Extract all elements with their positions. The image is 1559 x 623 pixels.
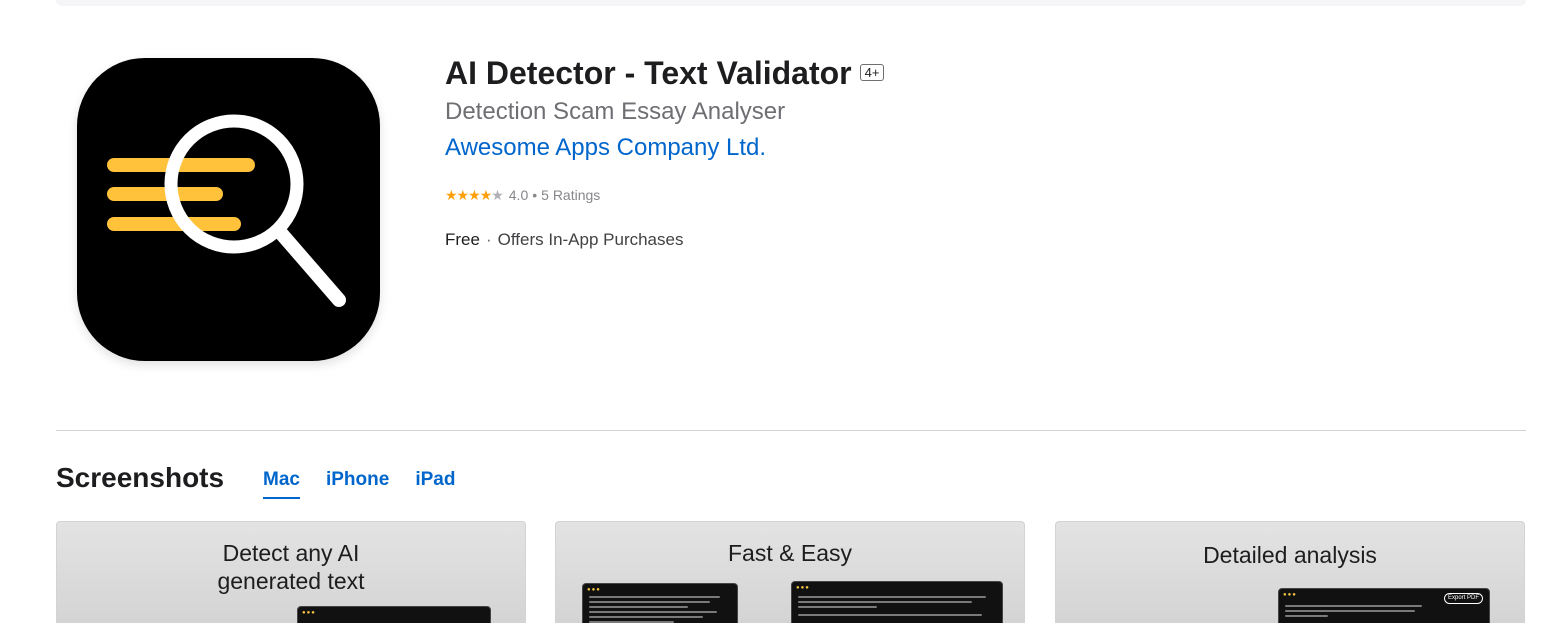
screenshot-caption-1b: generated text [217,568,365,594]
in-app-purchases-label: Offers In-App Purchases [497,230,684,249]
stars-empty: ★ [491,187,504,203]
screenshot-card-2[interactable]: Fast & Easy ●●● ●●● [555,521,1025,623]
window-controls-icon: ●●● [796,585,810,591]
screenshots-heading: Screenshots [56,462,225,493]
rating-value: 4.0 [508,187,529,203]
app-title: AI Detector - Text Validator 4+ [445,53,885,93]
price-separator: · [485,230,492,249]
price-row: Free · Offers In-App Purchases [445,229,683,251]
mini-app-window-right: ●●● [791,581,1003,623]
rating-separator: • [532,187,538,203]
star-rating-icon: ★★★★★ [445,185,504,205]
mini-app-window: ●●● Export PDF [1278,588,1490,623]
magnifier-text-icon [107,114,346,307]
app-subtitle: Detection Scam Essay Analyser [445,98,786,125]
app-title-text: AI Detector - Text Validator [445,55,852,91]
mini-app-window-left: ●●● [582,583,738,623]
rating-row: ★★★★★ 4.0 • 5 Ratings [445,185,600,205]
rating-count: 5 Ratings [541,187,601,203]
window-controls-icon: ●●● [587,587,601,593]
window-controls-icon: ●●● [1283,592,1297,598]
window-controls-icon: ●●● [302,610,316,616]
screenshot-card-1[interactable]: Detect any AI generated text ●●● [56,521,526,623]
age-rating-badge: 4+ [859,64,885,82]
screenshot-caption-1a: Detect any AI [222,540,360,566]
stars-filled: ★★★★ [445,187,492,203]
price-label: Free [445,230,480,249]
screenshot-card-3[interactable]: Detailed analysis ●●● Export PDF [1055,521,1525,623]
tab-mac[interactable]: Mac [263,468,300,499]
mini-app-window: ●●● [297,606,491,623]
tab-ipad[interactable]: iPad [415,468,455,499]
app-icon [77,58,380,361]
platform-tabs: Mac iPhone iPad [263,468,455,499]
section-divider [56,430,1526,431]
top-banner [56,0,1526,6]
developer-link[interactable]: Awesome Apps Company Ltd. [445,133,766,163]
export-pdf-button: Export PDF [1443,593,1483,604]
screenshot-caption-2: Fast & Easy [728,540,852,566]
tab-iphone[interactable]: iPhone [326,468,389,499]
screenshot-caption-3: Detailed analysis [1203,542,1377,568]
